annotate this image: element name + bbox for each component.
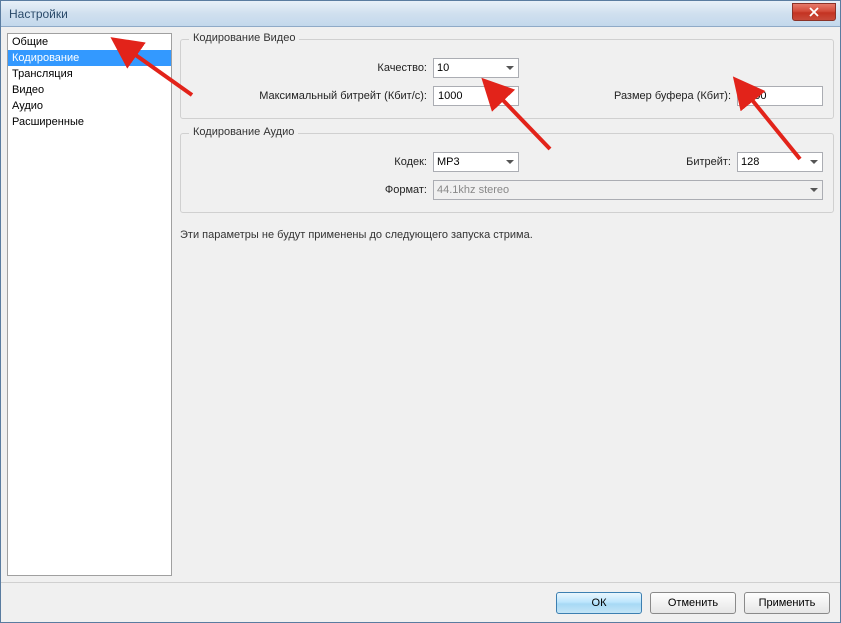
sidebar-item-3[interactable]: Видео [8, 82, 171, 98]
cancel-button[interactable]: Отменить [650, 592, 736, 614]
bitrate-row: Максимальный битрейт (Кбит/с): Размер бу… [191, 86, 823, 106]
quality-value: 10 [437, 62, 449, 74]
buffer-label: Размер буфера (Кбит): [614, 90, 731, 102]
titlebar: Настройки [1, 1, 840, 27]
window-title: Настройки [9, 7, 68, 21]
codec-value: MP3 [437, 156, 460, 168]
format-select: 44.1khz stereo [433, 180, 823, 200]
close-button[interactable] [792, 3, 836, 21]
buffer-input[interactable] [737, 86, 823, 106]
audio-bitrate-value: 128 [741, 156, 759, 168]
format-value: 44.1khz stereo [437, 184, 509, 196]
video-encoding-group: Кодирование Видео Качество: 10 Максималь… [180, 39, 834, 119]
audio-bitrate-select[interactable]: 128 [737, 152, 823, 172]
codec-select[interactable]: MP3 [433, 152, 519, 172]
quality-select[interactable]: 10 [433, 58, 519, 78]
maxbitrate-label: Максимальный битрейт (Кбит/с): [191, 90, 427, 102]
format-row: Формат: 44.1khz stereo [191, 180, 823, 200]
sidebar[interactable]: ОбщиеКодированиеТрансляцияВидеоАудиоРасш… [7, 33, 172, 576]
close-icon [809, 7, 819, 17]
video-group-title: Кодирование Видео [189, 32, 299, 44]
sidebar-item-4[interactable]: Аудио [8, 98, 171, 114]
codec-label: Кодек: [191, 156, 427, 168]
maxbitrate-input[interactable] [433, 86, 519, 106]
quality-row: Качество: 10 [191, 58, 823, 78]
audio-group-title: Кодирование Аудио [189, 126, 298, 138]
sidebar-item-1[interactable]: Кодирование [8, 50, 171, 66]
sidebar-item-2[interactable]: Трансляция [8, 66, 171, 82]
footer: ОК Отменить Применить [1, 582, 840, 622]
audio-encoding-group: Кодирование Аудио Кодек: MP3 Битрейт: 12… [180, 133, 834, 213]
body-area: ОбщиеКодированиеТрансляцияВидеоАудиоРасш… [1, 27, 840, 582]
format-label: Формат: [191, 184, 427, 196]
restart-note: Эти параметры не будут применены до след… [180, 229, 834, 241]
audio-bitrate-label: Битрейт: [686, 156, 731, 168]
sidebar-item-0[interactable]: Общие [8, 34, 171, 50]
settings-window: Настройки ОбщиеКодированиеТрансляцияВиде… [0, 0, 841, 623]
main-panel: Кодирование Видео Качество: 10 Максималь… [180, 33, 834, 576]
sidebar-item-5[interactable]: Расширенные [8, 114, 171, 130]
apply-button[interactable]: Применить [744, 592, 830, 614]
codec-row: Кодек: MP3 Битрейт: 128 [191, 152, 823, 172]
quality-label: Качество: [191, 62, 427, 74]
ok-button[interactable]: ОК [556, 592, 642, 614]
